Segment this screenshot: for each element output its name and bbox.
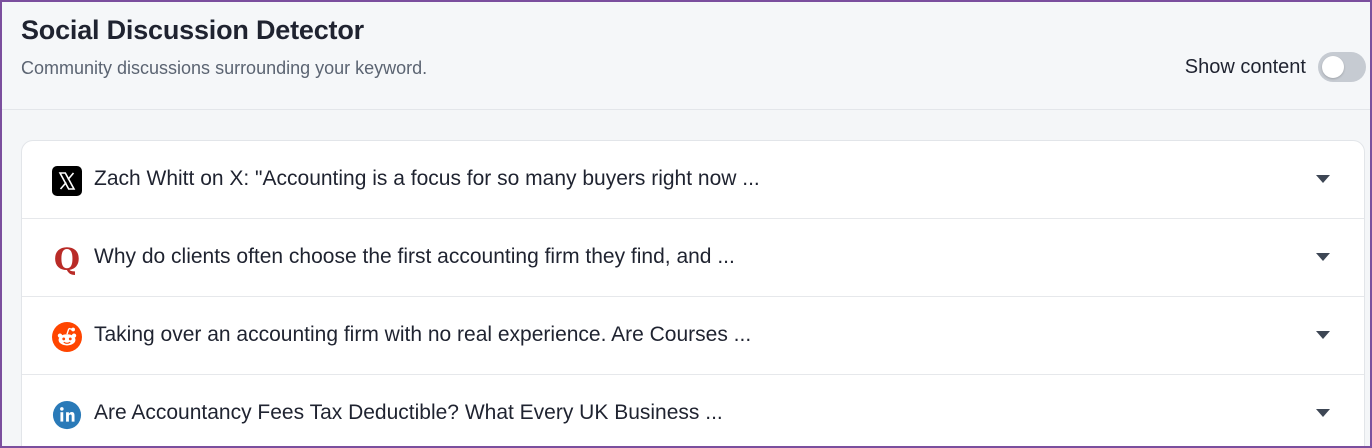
reddit-icon <box>52 322 82 352</box>
x-twitter-icon <box>52 166 82 196</box>
panel-header: Social Discussion Detector Community dis… <box>2 2 1370 110</box>
discussion-item-quora[interactable]: Q Why do clients often choose the first … <box>22 219 1364 297</box>
linkedin-icon <box>52 400 82 430</box>
chevron-down-icon[interactable] <box>1316 331 1330 339</box>
show-content-label: Show content <box>1184 55 1306 78</box>
discussion-title: Are Accountancy Fees Tax Deductible? Wha… <box>94 401 723 424</box>
chevron-down-icon[interactable] <box>1316 253 1330 261</box>
page-title: Social Discussion Detector <box>21 15 364 45</box>
svg-text:Q: Q <box>54 243 80 275</box>
discussion-title: Why do clients often choose the first ac… <box>94 245 735 268</box>
show-content-control: Show content <box>1185 50 1366 84</box>
discussion-item-linkedin[interactable]: Are Accountancy Fees Tax Deductible? Wha… <box>22 375 1364 446</box>
discussion-title: Taking over an accounting firm with no r… <box>94 323 752 346</box>
widget-panel: Social Discussion Detector Community dis… <box>0 0 1372 448</box>
discussion-list: Zach Whitt on X: "Accounting is a focus … <box>21 140 1365 446</box>
discussion-item-x[interactable]: Zach Whitt on X: "Accounting is a focus … <box>22 141 1364 219</box>
chevron-down-icon[interactable] <box>1316 175 1330 183</box>
toggle-knob <box>1322 56 1344 78</box>
discussion-item-reddit[interactable]: Taking over an accounting firm with no r… <box>22 297 1364 375</box>
discussion-title: Zach Whitt on X: "Accounting is a focus … <box>94 167 760 190</box>
page-subtitle: Community discussions surrounding your k… <box>21 58 428 78</box>
show-content-toggle[interactable] <box>1318 52 1366 82</box>
quora-icon: Q <box>52 243 82 275</box>
chevron-down-icon[interactable] <box>1316 409 1330 417</box>
